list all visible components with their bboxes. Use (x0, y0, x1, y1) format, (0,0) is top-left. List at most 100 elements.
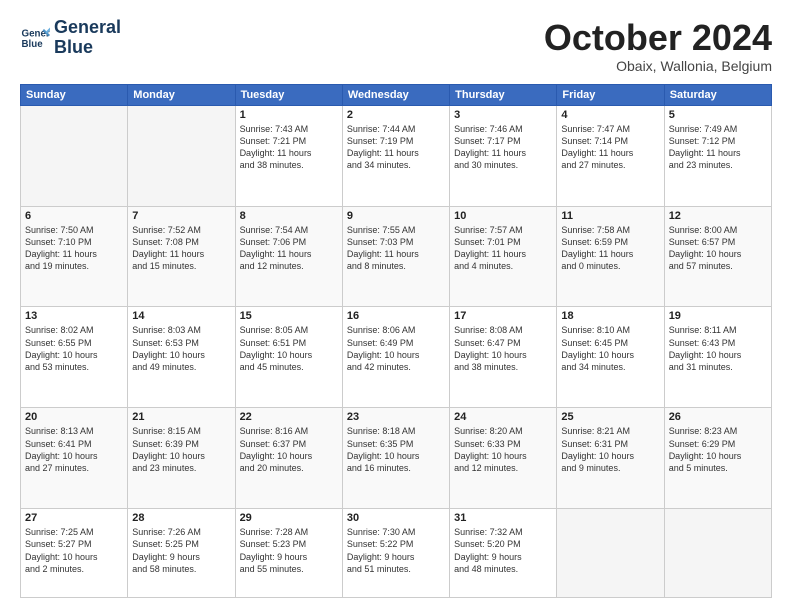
day-number-16: 16 (347, 310, 445, 322)
day-number-26: 26 (669, 411, 767, 423)
calendar-cell-9: 8 Sunrise: 7:54 AM Sunset: 7:06 PM Daylig… (235, 206, 342, 307)
calendar-cell-6: 5Sunrise: 7:49 AM Sunset: 7:12 PM Daylig… (664, 105, 771, 206)
day-info-11: Sunrise: 7:58 AM Sunset: 6:59 PM Dayligh… (561, 224, 659, 273)
calendar-cell-21: 20 Sunrise: 8:13 AM Sunset: 6:41 PM Dayli… (21, 408, 128, 509)
calendar-cell-7: 6Sunrise: 7:50 AM Sunset: 7:10 PM Daylig… (21, 206, 128, 307)
header: General Blue General Blue October 2024 O… (20, 18, 772, 74)
week-row-3: 13 Sunrise: 8:02 AM Sunset: 6:55 PM Dayli… (21, 307, 772, 408)
day-number-10: 10 (454, 210, 552, 222)
calendar-cell-3: 2 Sunrise: 7:44 AM Sunset: 7:19 PM Daylig… (342, 105, 449, 206)
calendar-cell-22: 21 Sunrise: 8:15 AM Sunset: 6:39 PM Dayli… (128, 408, 235, 509)
day-info-25: Sunrise: 8:21 AM Sunset: 6:31 PM Dayligh… (561, 425, 659, 474)
calendar-cell-15: 14 Sunrise: 8:03 AM Sunset: 6:53 PM Dayli… (128, 307, 235, 408)
day-info-15: Sunrise: 8:05 AM Sunset: 6:51 PM Dayligh… (240, 324, 338, 373)
day-info-5: Sunrise: 7:49 AM Sunset: 7:12 PM Dayligh… (669, 123, 767, 172)
day-number-4: 4 (561, 109, 659, 121)
day-info-3: Sunrise: 7:46 AM Sunset: 7:17 PM Dayligh… (454, 123, 552, 172)
calendar-cell-16: 15Sunrise: 8:05 AM Sunset: 6:51 PM Dayli… (235, 307, 342, 408)
header-saturday: Saturday (664, 84, 771, 105)
day-number-17: 17 (454, 310, 552, 322)
calendar-cell-0 (21, 105, 128, 206)
day-number-8: 8 (240, 210, 338, 222)
day-number-18: 18 (561, 310, 659, 322)
day-info-18: Sunrise: 8:10 AM Sunset: 6:45 PM Dayligh… (561, 324, 659, 373)
day-info-21: Sunrise: 8:15 AM Sunset: 6:39 PM Dayligh… (132, 425, 230, 474)
day-number-13: 13 (25, 310, 123, 322)
day-number-31: 31 (454, 512, 552, 524)
calendar-cell-1 (128, 105, 235, 206)
calendar-cell-31: 30Sunrise: 7:30 AM Sunset: 5:22 PM Dayli… (342, 509, 449, 598)
day-info-10: Sunrise: 7:57 AM Sunset: 7:01 PM Dayligh… (454, 224, 552, 273)
day-info-31: Sunrise: 7:32 AM Sunset: 5:20 PM Dayligh… (454, 526, 552, 575)
day-info-17: Sunrise: 8:08 AM Sunset: 6:47 PM Dayligh… (454, 324, 552, 373)
day-number-20: 20 (25, 411, 123, 423)
day-info-14: Sunrise: 8:03 AM Sunset: 6:53 PM Dayligh… (132, 324, 230, 373)
calendar-cell-29: 28Sunrise: 7:26 AM Sunset: 5:25 PM Dayli… (128, 509, 235, 598)
calendar-table: Sunday Monday Tuesday Wednesday Thursday… (20, 84, 772, 598)
title-block: October 2024 Obaix, Wallonia, Belgium (544, 18, 772, 74)
calendar-cell-10: 9 Sunrise: 7:55 AM Sunset: 7:03 PM Daylig… (342, 206, 449, 307)
week-row-5: 27Sunrise: 7:25 AM Sunset: 5:27 PM Dayli… (21, 509, 772, 598)
day-number-29: 29 (240, 512, 338, 524)
day-number-2: 2 (347, 109, 445, 121)
week-row-4: 20 Sunrise: 8:13 AM Sunset: 6:41 PM Dayli… (21, 408, 772, 509)
day-info-30: Sunrise: 7:30 AM Sunset: 5:22 PM Dayligh… (347, 526, 445, 575)
location-subtitle: Obaix, Wallonia, Belgium (544, 58, 772, 74)
day-number-23: 23 (347, 411, 445, 423)
header-sunday: Sunday (21, 84, 128, 105)
day-info-29: Sunrise: 7:28 AM Sunset: 5:23 PM Dayligh… (240, 526, 338, 575)
day-number-19: 19 (669, 310, 767, 322)
week-row-1: 1Sunrise: 7:43 AM Sunset: 7:21 PM Daylig… (21, 105, 772, 206)
day-number-7: 7 (132, 210, 230, 222)
day-info-19: Sunrise: 8:11 AM Sunset: 6:43 PM Dayligh… (669, 324, 767, 373)
day-number-14: 14 (132, 310, 230, 322)
day-info-13: Sunrise: 8:02 AM Sunset: 6:55 PM Dayligh… (25, 324, 123, 373)
calendar-cell-11: 10 Sunrise: 7:57 AM Sunset: 7:01 PM Dayli… (450, 206, 557, 307)
day-number-24: 24 (454, 411, 552, 423)
calendar-cell-32: 31 Sunrise: 7:32 AM Sunset: 5:20 PM Dayli… (450, 509, 557, 598)
calendar-cell-23: 22 Sunrise: 8:16 AM Sunset: 6:37 PM Dayli… (235, 408, 342, 509)
day-info-20: Sunrise: 8:13 AM Sunset: 6:41 PM Dayligh… (25, 425, 123, 474)
header-monday: Monday (128, 84, 235, 105)
day-info-9: Sunrise: 7:55 AM Sunset: 7:03 PM Dayligh… (347, 224, 445, 273)
page: General Blue General Blue October 2024 O… (0, 0, 792, 612)
day-number-25: 25 (561, 411, 659, 423)
day-info-26: Sunrise: 8:23 AM Sunset: 6:29 PM Dayligh… (669, 425, 767, 474)
logo-general: General (54, 18, 121, 38)
day-number-21: 21 (132, 411, 230, 423)
day-info-27: Sunrise: 7:25 AM Sunset: 5:27 PM Dayligh… (25, 526, 123, 575)
day-number-6: 6 (25, 210, 123, 222)
week-row-2: 6Sunrise: 7:50 AM Sunset: 7:10 PM Daylig… (21, 206, 772, 307)
day-info-1: Sunrise: 7:43 AM Sunset: 7:21 PM Dayligh… (240, 123, 338, 172)
day-number-22: 22 (240, 411, 338, 423)
header-friday: Friday (557, 84, 664, 105)
calendar-cell-5: 4Sunrise: 7:47 AM Sunset: 7:14 PM Daylig… (557, 105, 664, 206)
calendar-cell-8: 7 Sunrise: 7:52 AM Sunset: 7:08 PM Daylig… (128, 206, 235, 307)
day-info-8: Sunrise: 7:54 AM Sunset: 7:06 PM Dayligh… (240, 224, 338, 273)
day-info-12: Sunrise: 8:00 AM Sunset: 6:57 PM Dayligh… (669, 224, 767, 273)
day-number-28: 28 (132, 512, 230, 524)
calendar-cell-12: 11Sunrise: 7:58 AM Sunset: 6:59 PM Dayli… (557, 206, 664, 307)
calendar-cell-19: 18 Sunrise: 8:10 AM Sunset: 6:45 PM Dayli… (557, 307, 664, 408)
calendar-cell-2: 1Sunrise: 7:43 AM Sunset: 7:21 PM Daylig… (235, 105, 342, 206)
header-thursday: Thursday (450, 84, 557, 105)
calendar-cell-14: 13 Sunrise: 8:02 AM Sunset: 6:55 PM Dayli… (21, 307, 128, 408)
svg-text:General: General (22, 28, 51, 39)
day-info-22: Sunrise: 8:16 AM Sunset: 6:37 PM Dayligh… (240, 425, 338, 474)
day-info-2: Sunrise: 7:44 AM Sunset: 7:19 PM Dayligh… (347, 123, 445, 172)
day-number-3: 3 (454, 109, 552, 121)
day-number-9: 9 (347, 210, 445, 222)
calendar-cell-17: 16 Sunrise: 8:06 AM Sunset: 6:49 PM Dayli… (342, 307, 449, 408)
calendar-cell-27: 26 Sunrise: 8:23 AM Sunset: 6:29 PM Dayli… (664, 408, 771, 509)
calendar-cell-13: 12Sunrise: 8:00 AM Sunset: 6:57 PM Dayli… (664, 206, 771, 307)
calendar-cell-30: 29 Sunrise: 7:28 AM Sunset: 5:23 PM Dayli… (235, 509, 342, 598)
day-info-23: Sunrise: 8:18 AM Sunset: 6:35 PM Dayligh… (347, 425, 445, 474)
calendar-cell-26: 25 Sunrise: 8:21 AM Sunset: 6:31 PM Dayli… (557, 408, 664, 509)
month-title: October 2024 (544, 18, 772, 58)
logo-blue: Blue (54, 38, 93, 58)
day-info-7: Sunrise: 7:52 AM Sunset: 7:08 PM Dayligh… (132, 224, 230, 273)
calendar-cell-4: 3 Sunrise: 7:46 AM Sunset: 7:17 PM Daylig… (450, 105, 557, 206)
header-wednesday: Wednesday (342, 84, 449, 105)
day-info-16: Sunrise: 8:06 AM Sunset: 6:49 PM Dayligh… (347, 324, 445, 373)
calendar-cell-18: 17 Sunrise: 8:08 AM Sunset: 6:47 PM Dayli… (450, 307, 557, 408)
